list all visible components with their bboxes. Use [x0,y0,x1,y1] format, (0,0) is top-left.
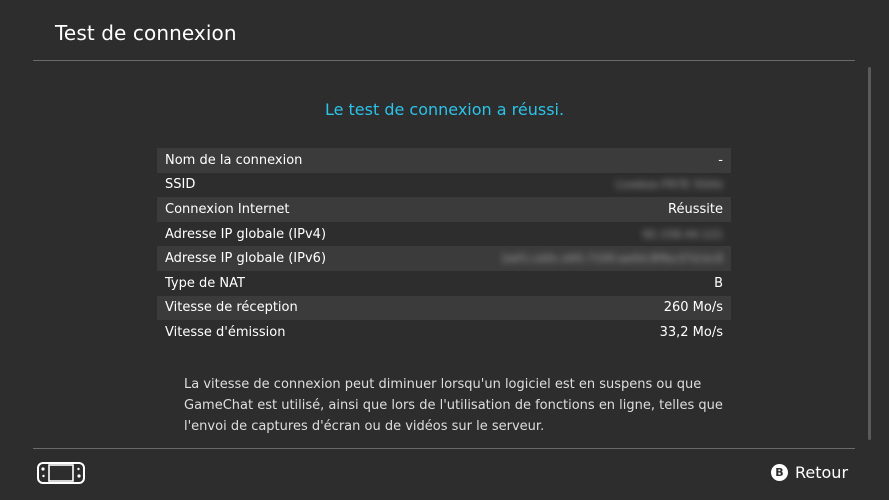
info-row-ipv4: Adresse IP globale (IPv4) 92.158.44.121 [157,222,731,247]
info-row-internet: Connexion Internet Réussite [157,197,731,222]
footer-divider [33,448,855,449]
info-row-upload-speed: Vitesse d'émission 33,2 Mo/s [157,320,731,345]
info-label: Type de NAT [165,275,245,291]
back-button[interactable]: B Retour [771,461,848,483]
info-row-ssid: SSID Livebox-FR7E 5GHz [157,173,731,198]
info-value: 260 Mo/s [663,300,723,316]
info-row-ipv6: Adresse IP globale (IPv6) 2a01:cb0c:d45:… [157,246,731,271]
info-label: Connexion Internet [165,201,290,217]
info-label: Vitesse d'émission [165,324,286,340]
info-label: Vitesse de réception [165,300,298,316]
info-label: Adresse IP globale (IPv4) [165,226,327,242]
result-message: Le test de connexion a réussi. [324,100,565,119]
header-divider [33,60,855,61]
info-label: Adresse IP globale (IPv6) [165,251,327,267]
info-row-nat-type: Type de NAT B [157,271,731,296]
info-value-redacted: Livebox-FR7E 5GHz [615,178,723,192]
info-row-connection-name: Nom de la connexion - [157,148,731,173]
speed-note: La vitesse de connexion peut diminuer lo… [184,377,723,434]
connection-info-table: Nom de la connexion - SSID Livebox-FR7E … [157,148,731,345]
info-value-redacted: 2a01:cb0c:d45:7100:ae0d:8f9a:07d:bc8 [501,252,723,266]
info-value: Réussite [668,201,723,217]
info-label: SSID [165,177,196,193]
info-value: - [718,152,723,168]
info-value-redacted: 92.158.44.121 [642,227,723,241]
back-label: Retour [795,462,849,482]
switch-console-icon [37,462,85,484]
scrollbar[interactable] [868,67,871,440]
b-button-icon: B [771,463,788,481]
info-value: B [714,275,723,291]
info-row-download-speed: Vitesse de réception 260 Mo/s [157,295,731,321]
info-value: 33,2 Mo/s [659,324,723,340]
page-title: Test de connexion [55,21,237,45]
info-label: Nom de la connexion [165,152,303,168]
